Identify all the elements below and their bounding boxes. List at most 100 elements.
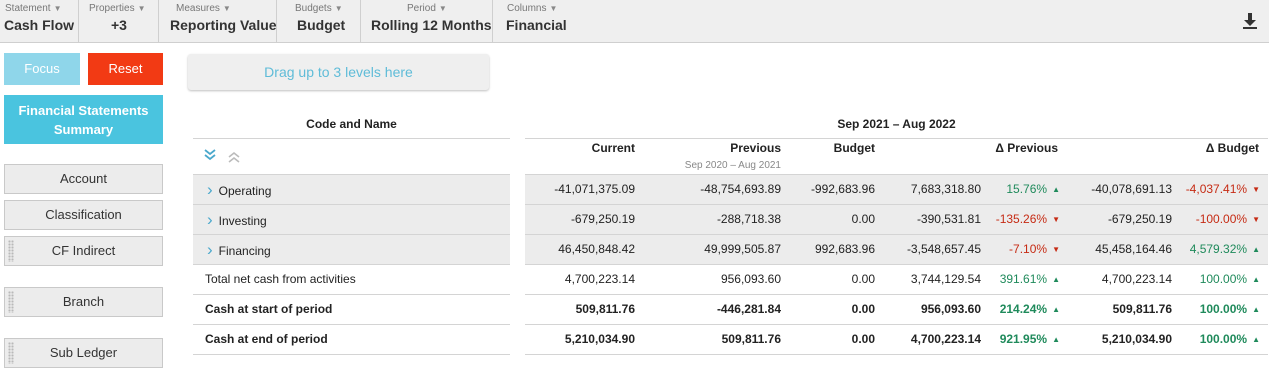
table-row[interactable]: › Operating xyxy=(193,175,510,205)
triangle-down-icon: ▼ xyxy=(1252,215,1260,224)
triangle-down-icon: ▼ xyxy=(1052,245,1060,254)
properties-value: +3 xyxy=(111,17,127,33)
delta-budget-pct: -100.00% ▼ xyxy=(1173,205,1260,234)
dimension-classification[interactable]: Classification xyxy=(4,200,163,230)
delta-previous-pct-text: 15.76% xyxy=(1006,182,1048,196)
level-dropzone[interactable]: Drag up to 3 levels here xyxy=(188,54,489,90)
measures-caption: Measures xyxy=(176,3,220,14)
budgets-value: Budget xyxy=(297,17,346,33)
caret-down-icon: ▼ xyxy=(438,4,447,13)
delta-previous-value: 7,683,318.80 xyxy=(910,182,981,196)
toolbar: Statement ▼ Cash Flow Properties ▼ +3 Meas… xyxy=(0,0,1269,43)
columns-value: Financial xyxy=(506,17,567,33)
reset-button[interactable]: Reset xyxy=(88,53,163,85)
table-row[interactable]: Cash at end of period xyxy=(193,325,510,355)
dimension-cf-indirect[interactable]: CF Indirect xyxy=(4,236,163,266)
budget-value: 992,683.96 xyxy=(814,242,875,256)
dimension-account[interactable]: Account xyxy=(4,164,163,194)
budget-value: 0.00 xyxy=(851,302,875,316)
download-icon[interactable] xyxy=(1240,11,1260,31)
row-name: Investing xyxy=(218,214,267,228)
delta-budget-pct-text: 100.00% xyxy=(1199,272,1248,286)
delta-budget-value: -679,250.19 xyxy=(1107,212,1172,226)
chevron-right-icon[interactable]: › xyxy=(207,240,213,259)
delta-budget-pct: 100.00% ▲ xyxy=(1173,325,1260,354)
divider xyxy=(525,138,1268,139)
table-row[interactable]: 46,450,848.42 49,999,505.87 992,683.96 -3,5… xyxy=(525,235,1268,265)
delta-previous-pct: 921.95% ▲ xyxy=(981,325,1060,354)
drag-handle-icon[interactable] xyxy=(8,240,14,262)
table-row[interactable]: Total net cash from activities xyxy=(193,265,510,295)
statement-selector[interactable]: Statement ▼ Cash Flow xyxy=(0,0,79,42)
period-caption: Period xyxy=(407,3,436,14)
statement-caption: Statement xyxy=(5,3,51,14)
col-current-header[interactable]: Current xyxy=(525,141,635,155)
collapse-all-icon[interactable] xyxy=(227,150,241,164)
current-value: 4,700,223.14 xyxy=(564,272,635,286)
focus-button[interactable]: Focus xyxy=(4,53,80,85)
table-row[interactable]: › Financing xyxy=(193,235,510,265)
previous-value: -446,281.84 xyxy=(716,302,781,316)
statement-value: Cash Flow xyxy=(4,17,75,33)
delta-budget-pct-text: -4,037.41% xyxy=(1185,182,1248,196)
measures-selector[interactable]: Measures ▼ Reporting Value xyxy=(159,0,277,42)
financial-statements-summary-button[interactable]: Financial Statements Summary xyxy=(4,95,163,144)
delta-previous-value: 4,700,223.14 xyxy=(910,332,981,346)
triangle-down-icon: ▼ xyxy=(1052,215,1060,224)
col-previous-header[interactable]: Previous xyxy=(640,141,781,155)
row-name-cell: › Operating xyxy=(207,175,271,204)
triangle-up-icon: ▲ xyxy=(1252,275,1260,284)
triangle-up-icon: ▲ xyxy=(1052,305,1060,314)
summary-line-1: Financial Statements xyxy=(18,103,149,118)
previous-value: 956,093.60 xyxy=(720,272,781,286)
delta-budget-value: 45,458,164.46 xyxy=(1095,242,1172,256)
delta-previous-value: 3,744,129.54 xyxy=(910,272,981,286)
row-name-cell: Total net cash from activities xyxy=(205,265,356,294)
drag-handle-icon[interactable] xyxy=(8,342,14,364)
chevron-right-icon[interactable]: › xyxy=(207,210,213,229)
previous-value: 49,999,505.87 xyxy=(704,242,781,256)
divider xyxy=(193,138,510,139)
delta-previous-pct-text: -7.10% xyxy=(1009,242,1048,256)
period-selector[interactable]: Period ▼ Rolling 12 Months xyxy=(361,0,493,42)
table-row[interactable]: 5,210,034.90 509,811.76 0.00 4,700,223.14 92… xyxy=(525,325,1268,355)
period-header: Sep 2021 – Aug 2022 xyxy=(837,117,956,131)
caret-down-icon: ▼ xyxy=(334,4,343,13)
table-row[interactable]: 4,700,223.14 956,093.60 0.00 3,744,129.54 39… xyxy=(525,265,1268,295)
triangle-up-icon: ▲ xyxy=(1052,185,1060,194)
col-delta-budget-header[interactable]: Δ Budget xyxy=(1080,141,1259,155)
row-name-cell: Cash at start of period xyxy=(205,295,332,324)
dimension-sub-ledger-label: Sub Ledger xyxy=(49,345,118,360)
col-delta-previous-header[interactable]: Δ Previous xyxy=(900,141,1058,155)
expand-all-icon[interactable] xyxy=(203,148,217,162)
caret-down-icon: ▼ xyxy=(137,4,146,13)
columns-selector[interactable]: Columns ▼ Financial xyxy=(493,0,575,42)
delta-budget-pct-text: 4,579.32% xyxy=(1189,242,1248,256)
properties-selector[interactable]: Properties ▼ +3 xyxy=(79,0,159,42)
budgets-caption: Budgets xyxy=(295,3,332,14)
table-row[interactable]: -679,250.19 -288,718.38 0.00 -390,531.81 -13… xyxy=(525,205,1268,235)
delta-previous-pct: 214.24% ▲ xyxy=(981,295,1060,324)
dimension-branch[interactable]: Branch xyxy=(4,287,163,317)
col-budget-header[interactable]: Budget xyxy=(785,141,875,155)
table-row[interactable]: › Investing xyxy=(193,205,510,235)
current-value: -679,250.19 xyxy=(570,212,635,226)
delta-previous-pct-text: 391.61% xyxy=(999,272,1048,286)
delta-previous-value: 956,093.60 xyxy=(920,302,981,316)
triangle-up-icon: ▲ xyxy=(1052,335,1060,344)
col-previous-period: Sep 2020 – Aug 2021 xyxy=(684,160,781,171)
table-row[interactable]: Cash at start of period xyxy=(193,295,510,325)
chevron-right-icon[interactable]: › xyxy=(207,180,213,199)
delta-previous-pct-text: 921.95% xyxy=(999,332,1048,346)
table-row[interactable]: -41,071,375.09 -48,754,693.89 -992,683.96 7… xyxy=(525,175,1268,205)
measures-value: Reporting Value xyxy=(170,17,277,33)
caret-down-icon: ▼ xyxy=(549,4,558,13)
budgets-selector[interactable]: Budgets ▼ Budget xyxy=(277,0,361,42)
previous-value: 509,811.76 xyxy=(721,332,781,346)
current-value: 5,210,034.90 xyxy=(564,332,635,346)
row-name: Total net cash from activities xyxy=(205,272,356,286)
table-row[interactable]: 509,811.76 -446,281.84 0.00 956,093.60 214.2… xyxy=(525,295,1268,325)
current-value: -41,071,375.09 xyxy=(554,182,635,196)
previous-value: -48,754,693.89 xyxy=(700,182,781,196)
drag-handle-icon[interactable] xyxy=(8,291,14,313)
